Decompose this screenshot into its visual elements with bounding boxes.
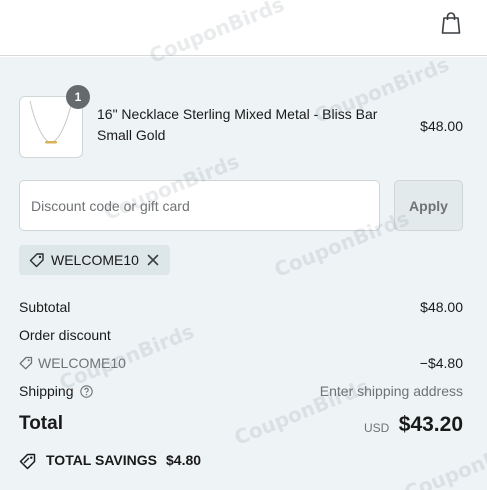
total-value: $43.20 <box>398 413 463 436</box>
order-discount-row: Order discount <box>19 327 463 347</box>
shopping-bag-icon[interactable] <box>440 11 462 35</box>
discount-code-input[interactable] <box>19 180 380 231</box>
total-label: Total <box>19 413 63 434</box>
discount-code-row: WELCOME10 −$4.80 <box>19 355 463 375</box>
shipping-row: Shipping Enter shipping address <box>19 383 463 403</box>
discount-value: −$4.80 <box>419 355 463 371</box>
total-savings-label: TOTAL SAVINGS <box>46 452 157 468</box>
shipping-label: Shipping <box>19 383 74 399</box>
header-bar <box>0 0 487 56</box>
discount-code-text: WELCOME10 <box>38 355 126 371</box>
tag-icon <box>19 356 33 370</box>
product-thumbnail: 1 <box>19 85 90 158</box>
discount-code-line: WELCOME10 <box>19 355 126 371</box>
applied-discount-code: WELCOME10 <box>51 252 139 268</box>
savings-tag-icon <box>19 453 36 470</box>
apply-discount-button[interactable]: Apply <box>394 180 463 231</box>
shipping-value: Enter shipping address <box>319 383 463 399</box>
shipping-line: Shipping <box>19 383 93 399</box>
quantity-badge: 1 <box>66 85 90 109</box>
total-savings-value: $4.80 <box>166 452 202 468</box>
cart-line-item: 1 16" Necklace Sterling Mixed Metal - Bl… <box>19 85 463 158</box>
product-name: 16" Necklace Sterling Mixed Metal - Blis… <box>97 106 378 143</box>
help-icon[interactable] <box>79 385 93 398</box>
remove-discount-icon[interactable] <box>146 253 160 267</box>
total-currency: USD <box>364 421 390 435</box>
subtotal-value: $48.00 <box>420 299 463 315</box>
product-price: $48.00 <box>420 118 463 134</box>
order-discount-label: Order discount <box>19 327 111 343</box>
applied-discount-tag: WELCOME10 <box>19 245 170 275</box>
tag-icon <box>29 253 44 268</box>
subtotal-row: Subtotal $48.00 <box>19 299 463 319</box>
subtotal-label: Subtotal <box>19 299 71 315</box>
